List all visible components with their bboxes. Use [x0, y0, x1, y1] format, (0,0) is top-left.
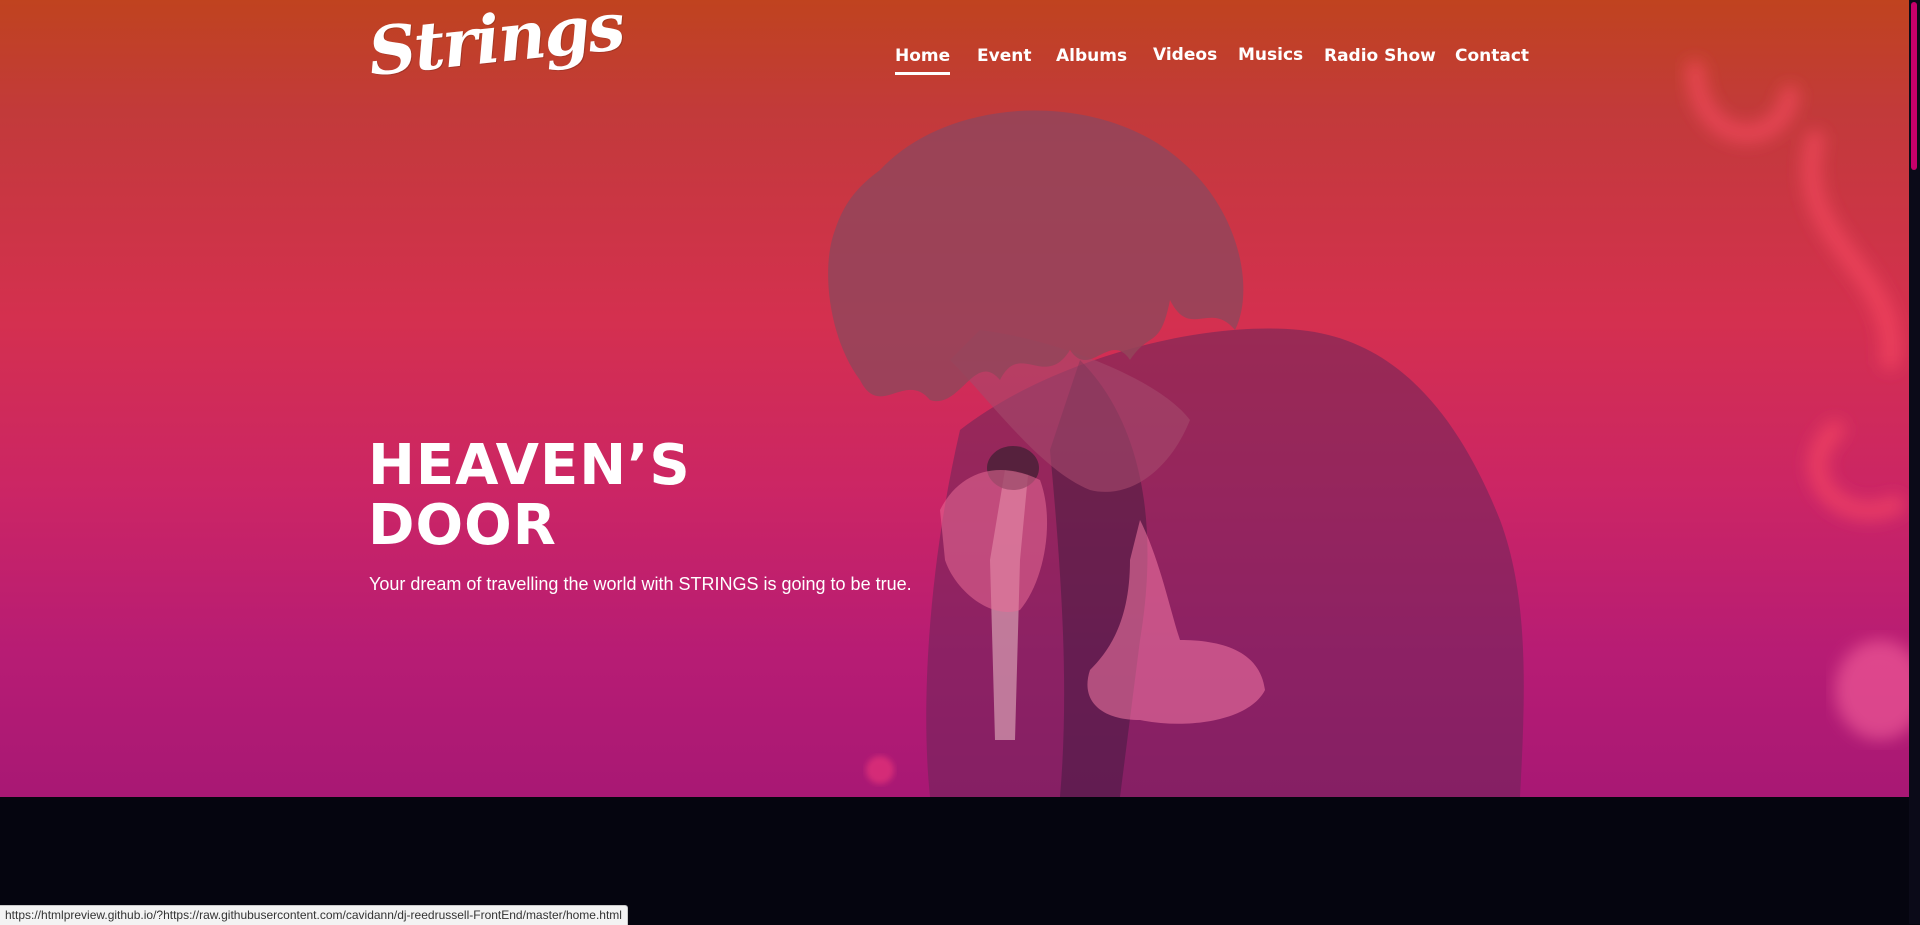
nav-item-videos[interactable]: Videos	[1153, 45, 1217, 65]
singer-photo	[828, 60, 1909, 797]
link-status-bar: https://htmlpreview.github.io/?https://r…	[0, 905, 628, 925]
page-scrollbar[interactable]	[1909, 0, 1920, 924]
nav-item-event[interactable]: Event	[977, 46, 1031, 66]
nav-item-albums[interactable]: Albums	[1056, 46, 1127, 66]
hero-title-line-2: DOOR	[368, 493, 557, 558]
hero-title: HEAVEN’S DOOR	[368, 436, 691, 556]
nav-item-home[interactable]: Home	[895, 46, 951, 75]
scrollbar-thumb[interactable]	[1911, 2, 1917, 170]
nav-item-radio-show[interactable]: Radio Show	[1324, 46, 1436, 66]
hero-subtitle: Your dream of travelling the world with …	[369, 574, 912, 594]
nav-item-musics[interactable]: Musics	[1238, 45, 1303, 65]
hero-title-line-1: HEAVEN’S	[368, 433, 691, 498]
hero-section: Strings Home Event Albums Videos Musics …	[0, 0, 1909, 797]
nav-item-contact[interactable]: Contact	[1455, 46, 1529, 66]
main-nav: Home Event Albums Videos Musics Radio Sh…	[0, 45, 1909, 86]
